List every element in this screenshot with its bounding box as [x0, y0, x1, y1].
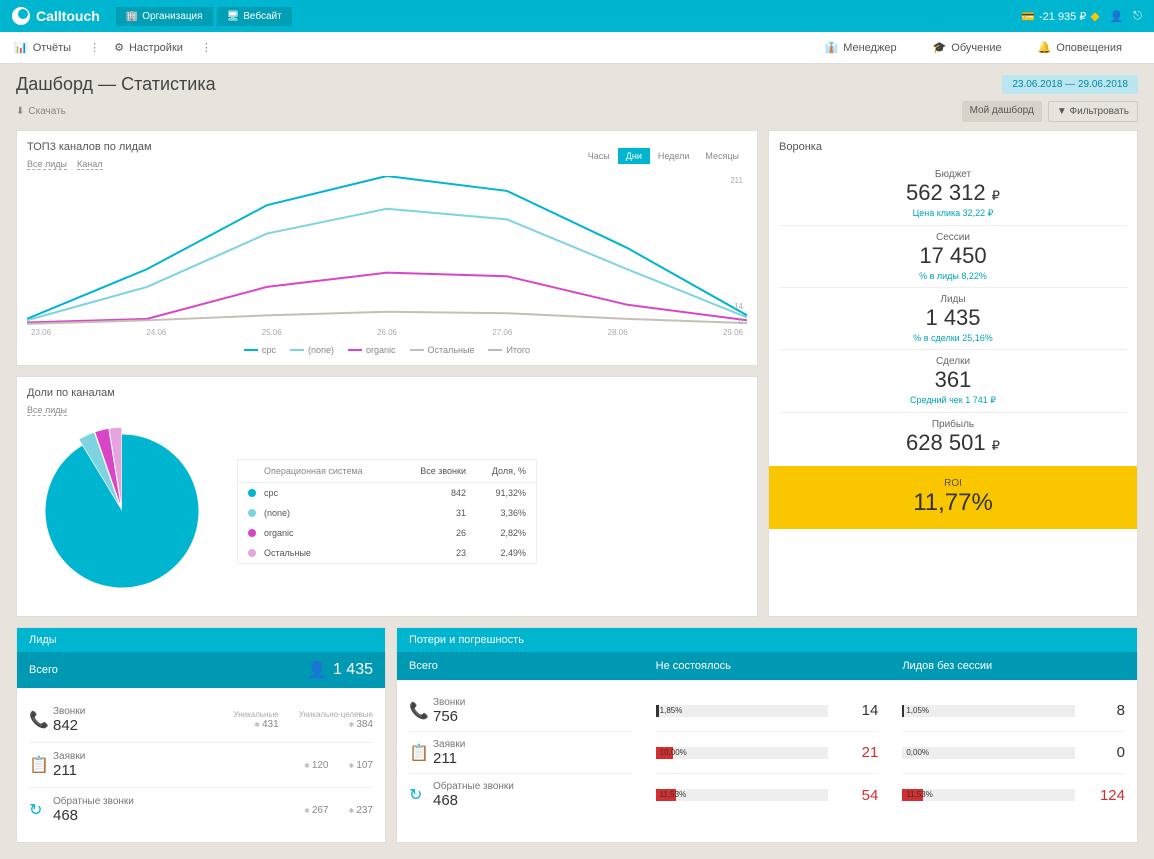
topbar: Calltouch 🏢 Организация 🖥 Вебсайт 💳 -21 … [0, 0, 1154, 32]
logo-icon [12, 7, 30, 25]
funnel-title: Воронка [779, 141, 1127, 153]
callback-icon: ↻ [409, 785, 433, 805]
wallet-icon: 💳 [1021, 10, 1035, 23]
table-row: organic262,82% [238, 523, 536, 543]
filter-leads[interactable]: Все лиды [27, 159, 67, 170]
table-row: cpc84291,32% [238, 483, 536, 503]
pie-table: Операционная система Все звонки Доля, % … [237, 459, 537, 564]
table-row: (none)313,36% [238, 503, 536, 523]
funnel-step: Сессии17 450 % в лиды 8,22% [779, 225, 1127, 287]
nav-alerts[interactable]: 🔔Оповещения [1038, 41, 1122, 54]
funnel-step: Сделки361 Средний чек 1 741 ₽ [779, 349, 1127, 412]
loss-row: 📞Звонки756 [409, 690, 632, 732]
reports-menu-icon[interactable]: ⋮ [89, 41, 100, 54]
lead-row: 📋Заявки211120107 [29, 743, 373, 788]
graduation-icon: 🎓 [933, 41, 947, 54]
top3-title: ТОП3 каналов по лидам [27, 141, 152, 153]
lead-row: 📞Звонки842Уникальные431Уникально-целевые… [29, 698, 373, 743]
panel-top3-channels: ТОП3 каналов по лидам Все лиды Канал Час… [16, 130, 758, 366]
shares-filter[interactable]: Все лиды [27, 405, 67, 416]
monitor-icon: 🖥 [227, 11, 240, 22]
form-icon: 📋 [409, 743, 433, 763]
sliders-icon: ⚙ [114, 41, 124, 54]
table-row: Остальные232,49% [238, 543, 536, 563]
breadcrumb-org[interactable]: 🏢 Организация [116, 7, 213, 26]
panel-leads: Лиды Всего 👤1 435 📞Звонки842Уникальные43… [16, 627, 386, 843]
nav-reports[interactable]: 📊Отчёты [14, 41, 71, 54]
subbar: 📊Отчёты ⋮ ⚙Настройки ⋮ 👔Менеджер 🎓Обучен… [0, 32, 1154, 64]
user-icon[interactable]: 👤 [1110, 10, 1124, 23]
panel-funnel: Воронка Бюджет562 312 ₽Цена клика 32,22 … [768, 130, 1138, 617]
bell-icon: 🔔 [1038, 41, 1052, 54]
legend-item[interactable]: Остальные [410, 345, 475, 355]
nav-training[interactable]: 🎓Обучение [933, 41, 1002, 54]
download-icon: ⬇ [16, 106, 24, 117]
pie-chart [37, 426, 207, 596]
person-icon: 👔 [825, 41, 839, 54]
funnel-step: Прибыль628 501 ₽ [779, 412, 1127, 462]
date-range-picker[interactable]: 23.06.2018 — 29.06.2018 [1002, 75, 1138, 94]
tab-months[interactable]: Месяцы [697, 148, 747, 164]
leads-title: Лиды [17, 628, 385, 652]
tab-days[interactable]: Дни [618, 148, 650, 164]
page-title: Дашборд — Статистика [16, 74, 216, 95]
line-chart: 211 14 0 [27, 176, 747, 326]
filter-button[interactable]: ▼ Фильтровать [1048, 101, 1138, 122]
diamond-icon: ◆ [1090, 9, 1099, 23]
legend-item[interactable]: cpc [244, 345, 276, 355]
nav-settings[interactable]: ⚙Настройки [114, 41, 183, 54]
phone-icon: 📞 [409, 701, 433, 721]
tab-hours[interactable]: Часы [580, 148, 618, 164]
funnel-icon: ▼ [1057, 106, 1067, 117]
panel-loss: Потери и погрешность Всего Не состоялось… [396, 627, 1138, 843]
roi-block: ROI 11,77% [769, 466, 1137, 529]
funnel-step: Лиды1 435 % в сделки 25,16% [779, 287, 1127, 349]
funnel-step: Бюджет562 312 ₽Цена клика 32,22 ₽ [779, 163, 1127, 225]
balance[interactable]: 💳 -21 935 ₽ ◆ [1021, 9, 1099, 23]
briefcase-icon: 🏢 [126, 11, 138, 22]
loss-row: 📋Заявки211 [409, 732, 632, 774]
panel-channel-shares: Доли по каналам Все лиды Операционная си… [16, 376, 758, 617]
legend-item[interactable]: (none) [290, 345, 334, 355]
chart-legend: cpc (none) organic Остальные Итого [27, 345, 747, 355]
breadcrumb-site[interactable]: 🖥 Вебсайт [217, 7, 292, 26]
lead-row: ↻Обратные звонки468267237 [29, 788, 373, 832]
person-icon: 👤 [307, 660, 327, 680]
shares-title: Доли по каналам [27, 387, 747, 399]
loss-row: ↻Обратные звонки468 [409, 774, 632, 816]
chart-icon: 📊 [14, 41, 28, 54]
loss-title: Потери и погрешность [397, 628, 1137, 652]
filter-channel[interactable]: Канал [77, 159, 102, 170]
download-button[interactable]: ⬇Скачать [16, 106, 66, 117]
nav-manager[interactable]: 👔Менеджер [825, 41, 897, 54]
brand-text: Calltouch [36, 8, 100, 24]
legend-item[interactable]: organic [348, 345, 396, 355]
x-axis-labels: 23.0624.0625.0626.0627.0628.0629.06 [27, 326, 747, 339]
tab-weeks[interactable]: Недели [650, 148, 698, 164]
settings-menu-icon[interactable]: ⋮ [201, 41, 212, 54]
form-icon: 📋 [29, 755, 53, 775]
my-dashboard-button[interactable]: Мой дашборд [962, 101, 1042, 122]
callback-icon: ↻ [29, 800, 53, 820]
time-tabs: Часы Дни Недели Месяцы [580, 148, 747, 164]
phone-icon: 📞 [29, 710, 53, 730]
logo[interactable]: Calltouch [12, 7, 100, 25]
legend-item[interactable]: Итого [488, 345, 530, 355]
exit-icon[interactable]: ⎋ [1133, 10, 1142, 23]
